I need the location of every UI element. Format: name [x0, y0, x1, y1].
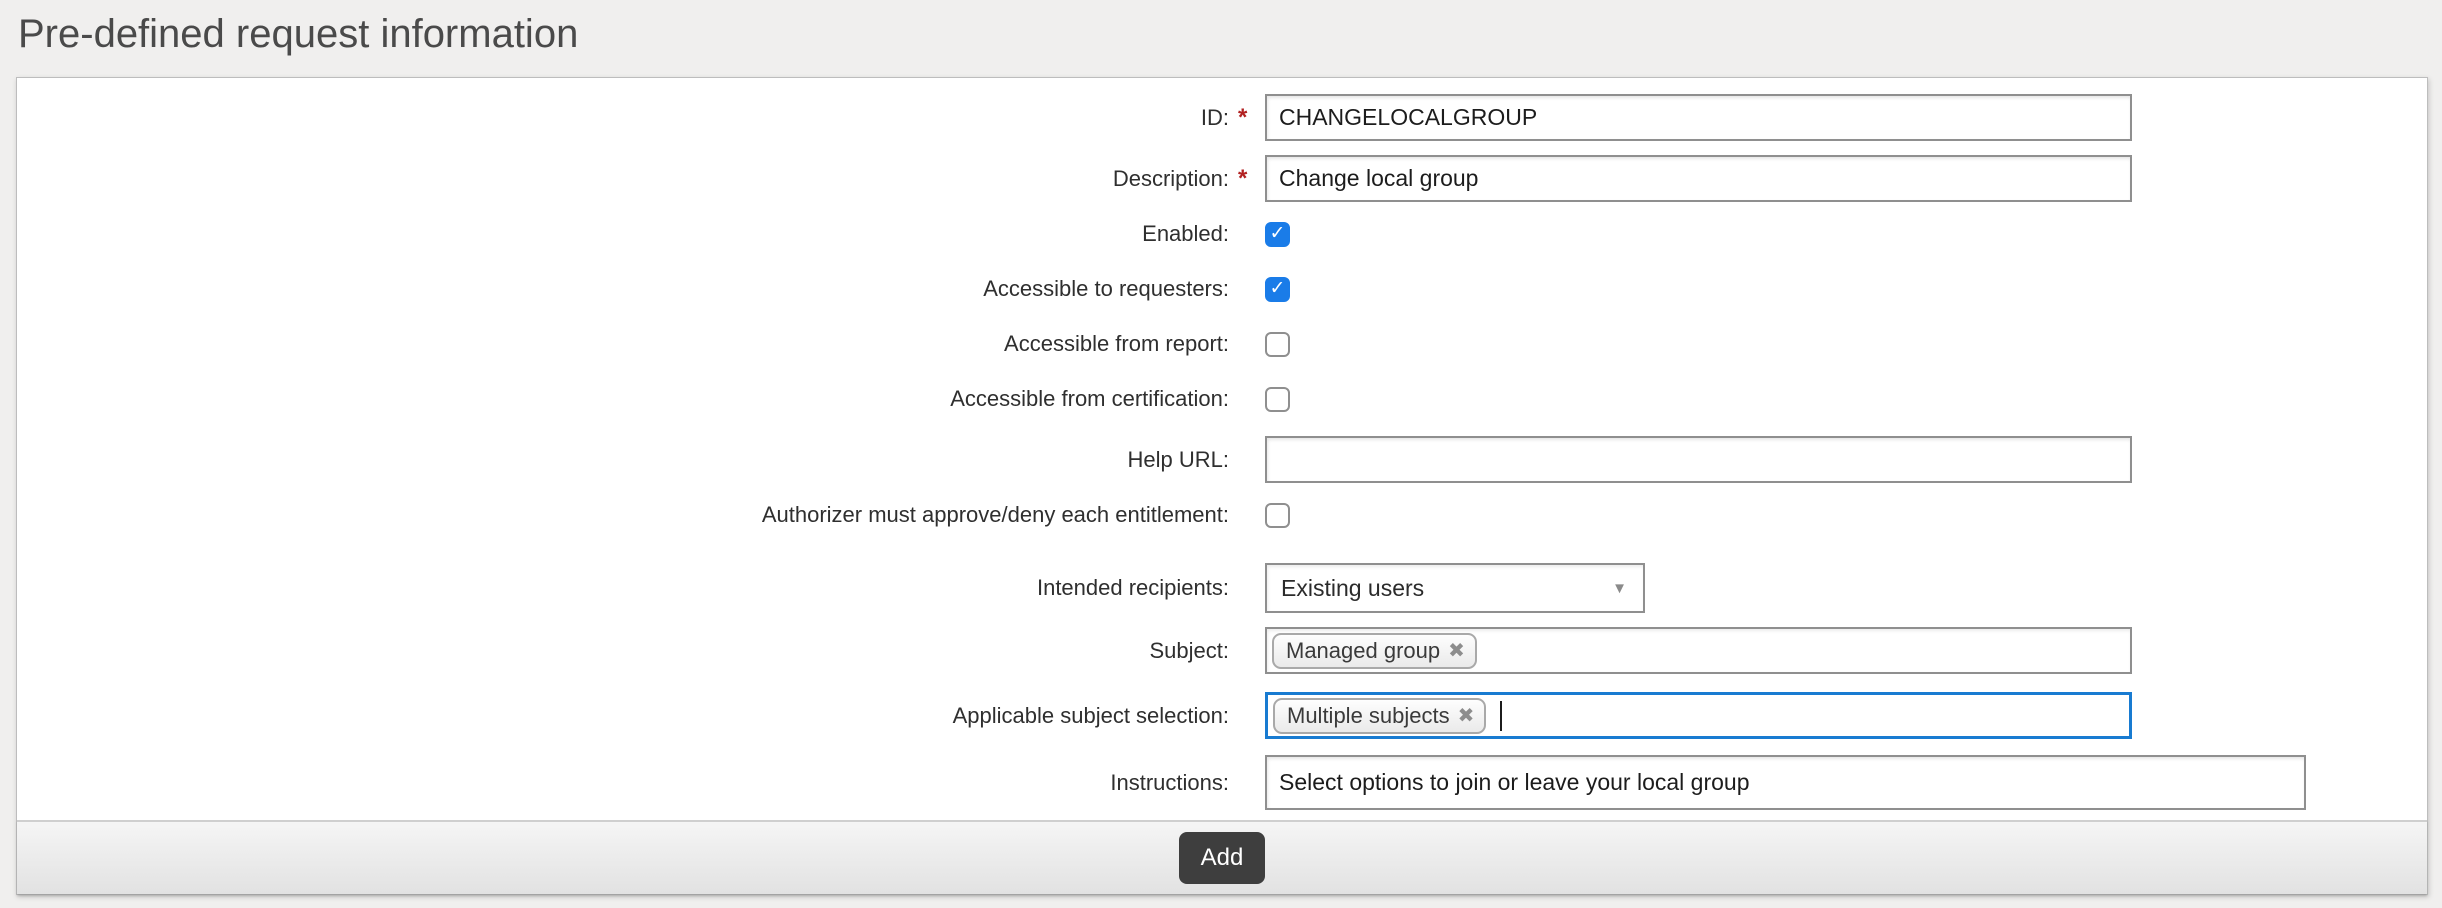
subject-label: Subject:	[1150, 638, 1230, 664]
subject-tag: Managed group ✖	[1272, 633, 1477, 669]
form-footer: Add	[17, 820, 2427, 894]
description-input[interactable]	[1265, 155, 2132, 202]
tag-label: Managed group	[1286, 638, 1440, 664]
form-row-help-url: Help URL:	[17, 436, 2427, 483]
accessible-from-report-label: Accessible from report:	[1004, 331, 1229, 357]
request-form-panel: ID: * Description: * Enabled:	[16, 77, 2428, 895]
accessible-to-requesters-label: Accessible to requesters:	[983, 276, 1229, 302]
form-row-id: ID: *	[17, 94, 2427, 141]
form-area: ID: * Description: * Enabled:	[17, 78, 2427, 820]
remove-tag-icon[interactable]: ✖	[1448, 641, 1465, 661]
form-row-subject: Subject: Managed group ✖	[17, 627, 2427, 674]
tag-label: Multiple subjects	[1287, 703, 1450, 729]
subject-tag-input[interactable]: Managed group ✖	[1265, 627, 2132, 674]
form-row-intended-recipients: Intended recipients: Existing users ▼	[17, 563, 2427, 613]
intended-recipients-label: Intended recipients:	[1037, 575, 1229, 601]
help-url-label: Help URL:	[1128, 447, 1229, 473]
applicable-subject-selection-tag-input[interactable]: Multiple subjects ✖	[1265, 692, 2132, 739]
checkmark-icon: ✓	[1270, 279, 1286, 298]
selected-option-label: Existing users	[1281, 575, 1424, 602]
description-label: Description:	[1113, 166, 1229, 192]
accessible-from-certification-checkbox[interactable]: ✓	[1265, 387, 1290, 412]
instructions-label: Instructions:	[1110, 770, 1229, 796]
authorizer-approve-label: Authorizer must approve/deny each entitl…	[762, 502, 1229, 528]
enabled-label: Enabled:	[1142, 221, 1229, 247]
applicable-subject-selection-label: Applicable subject selection:	[953, 703, 1229, 729]
enabled-checkbox[interactable]: ✓	[1265, 222, 1290, 247]
instructions-input[interactable]	[1265, 755, 2306, 810]
accessible-from-certification-label: Accessible from certification:	[950, 386, 1229, 412]
form-row-accessible-from-report: Accessible from report: ✓	[17, 326, 2427, 362]
form-row-accessible-to-requesters: Accessible to requesters: ✓	[17, 271, 2427, 307]
accessible-to-requesters-checkbox[interactable]: ✓	[1265, 277, 1290, 302]
required-asterisk: *	[1229, 169, 1263, 189]
checkmark-icon: ✓	[1270, 224, 1286, 243]
required-asterisk: *	[1229, 108, 1263, 128]
intended-recipients-select[interactable]: Existing users ▼	[1265, 563, 1645, 613]
id-label: ID:	[1201, 105, 1229, 131]
text-cursor	[1500, 701, 1502, 731]
form-row-applicable-subject-selection: Applicable subject selection: Multiple s…	[17, 692, 2427, 739]
id-input[interactable]	[1265, 94, 2132, 141]
add-button[interactable]: Add	[1179, 832, 1266, 884]
form-row-authorizer-approve: Authorizer must approve/deny each entitl…	[17, 497, 2427, 533]
help-url-input[interactable]	[1265, 436, 2132, 483]
applicable-subject-tag: Multiple subjects ✖	[1273, 698, 1486, 734]
form-row-enabled: Enabled: ✓	[17, 216, 2427, 252]
form-row-accessible-from-certification: Accessible from certification: ✓	[17, 381, 2427, 417]
form-row-description: Description: *	[17, 155, 2427, 202]
form-row-instructions: Instructions:	[17, 755, 2427, 810]
accessible-from-report-checkbox[interactable]: ✓	[1265, 332, 1290, 357]
page-header: Pre-defined request information	[0, 0, 2442, 77]
remove-tag-icon[interactable]: ✖	[1458, 706, 1475, 726]
chevron-down-icon: ▼	[1612, 580, 1627, 597]
authorizer-approve-checkbox[interactable]: ✓	[1265, 503, 1290, 528]
page-title: Pre-defined request information	[18, 12, 2442, 57]
